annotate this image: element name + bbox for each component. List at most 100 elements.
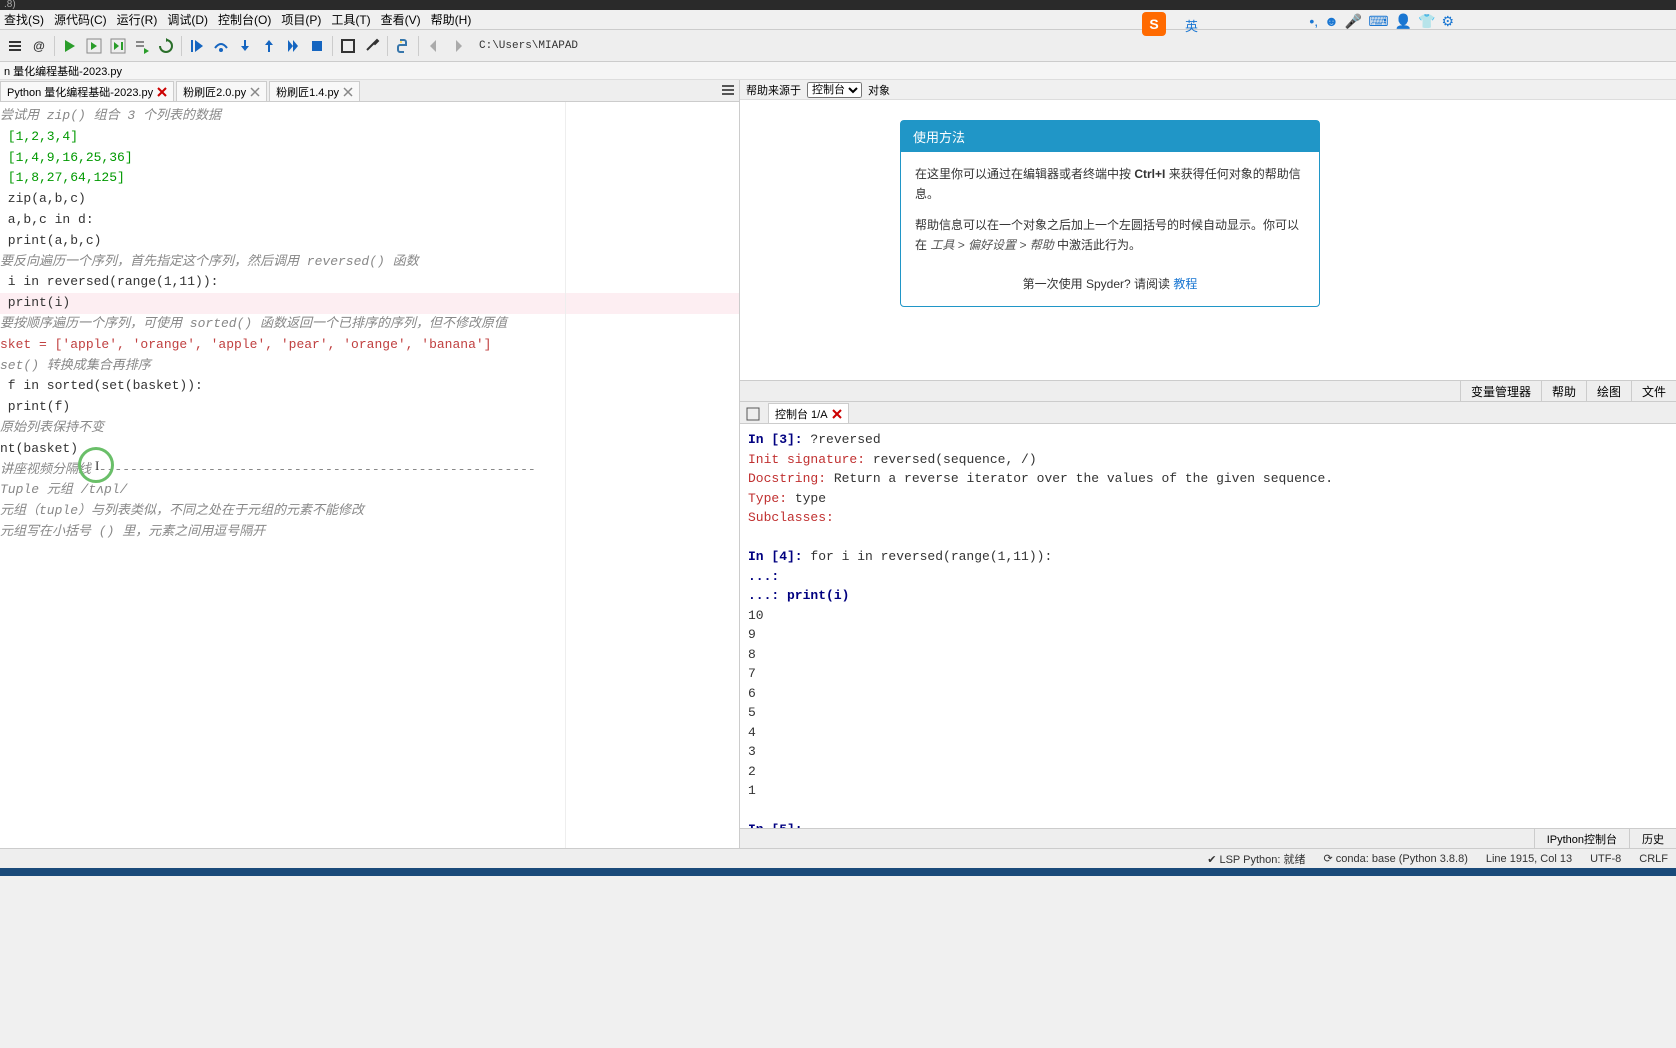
code-comment: 要按顺序遍历一个序列，可使用 sorted() 函数返回一个已排序的序列，但不修…	[0, 316, 507, 331]
editor-tab[interactable]: 粉刷匠1.4.py	[269, 81, 360, 101]
debug-step-into-icon[interactable]	[234, 35, 256, 57]
ipython-console[interactable]: In [3]: ?reversed Init signature: revers…	[740, 424, 1676, 828]
tab-help[interactable]: 帮助	[1541, 381, 1586, 401]
ime-keyboard-icon[interactable]: ⌨	[1368, 13, 1388, 30]
console-label: Init signature:	[748, 452, 865, 467]
back-icon[interactable]	[423, 35, 445, 57]
close-icon[interactable]	[250, 87, 260, 97]
run-cell-icon[interactable]	[83, 35, 105, 57]
console-input: for i in reversed(range(1,11)):	[803, 549, 1053, 564]
console-output: 6	[748, 684, 1668, 704]
tutorial-link[interactable]: 教程	[1173, 277, 1197, 291]
debug-stop-icon[interactable]	[306, 35, 328, 57]
titlebar-fragment: .8)	[0, 0, 1676, 10]
status-lsp[interactable]: ✔ LSP Python: 就绪	[1207, 851, 1305, 867]
menu-view[interactable]: 查看(V)	[381, 11, 421, 28]
breadcrumb: n 量化编程基础-2023.py	[0, 62, 1676, 80]
console-output: 7	[748, 664, 1668, 684]
ime-mic-icon[interactable]: 🎤	[1345, 13, 1362, 30]
maximize-pane-icon[interactable]	[337, 35, 359, 57]
ime-sogou-icon[interactable]: S	[1142, 12, 1166, 36]
code-line: print(a,b,c)	[0, 233, 101, 248]
python-path-icon[interactable]	[392, 35, 414, 57]
editor-tabs: Python 量化编程基础-2023.py 粉刷匠2.0.py 粉刷匠1.4.p…	[0, 80, 739, 102]
status-encoding: UTF-8	[1590, 853, 1621, 865]
close-icon[interactable]	[343, 87, 353, 97]
console-label: Docstring:	[748, 471, 826, 486]
debug-step-icon[interactable]	[186, 35, 208, 57]
editor-tab-active[interactable]: Python 量化编程基础-2023.py	[0, 81, 174, 101]
code-line: f in sorted(set(basket)):	[0, 378, 203, 393]
tab-history[interactable]: 历史	[1629, 829, 1676, 848]
ime-punct-icon[interactable]: •,	[1309, 13, 1318, 30]
status-position: Line 1915, Col 13	[1486, 853, 1572, 865]
code-comment: 元组（tuple）与列表类似，不同之处在于元组的元素不能修改	[0, 503, 364, 518]
console-output: 3	[748, 742, 1668, 762]
code-line: nt(basket)	[0, 441, 78, 456]
rerun-icon[interactable]	[155, 35, 177, 57]
console-input: ?reversed	[803, 432, 881, 447]
debug-step-over-icon[interactable]	[210, 35, 232, 57]
menu-tools[interactable]: 工具(T)	[331, 11, 370, 28]
menu-console[interactable]: 控制台(O)	[218, 11, 271, 28]
console-prompt: In [4]:	[748, 549, 803, 564]
ime-person-icon[interactable]: 👤	[1395, 13, 1412, 30]
console-label: Type:	[748, 491, 787, 506]
console-output: 10	[748, 606, 1668, 626]
code-comment: 原始列表保持不变	[0, 420, 104, 435]
menu-project[interactable]: 项目(P)	[281, 11, 321, 28]
run-file-icon[interactable]	[59, 35, 81, 57]
console-output: 8	[748, 645, 1668, 665]
console-output: 2	[748, 762, 1668, 782]
tab-plots[interactable]: 绘图	[1586, 381, 1631, 401]
console-output: 4	[748, 723, 1668, 743]
menu-find[interactable]: 查找(S)	[4, 11, 44, 28]
help-source-select[interactable]: 控制台	[807, 82, 862, 98]
ime-smile-icon[interactable]: ☻	[1324, 13, 1339, 30]
help-tutorial-line: 第一次使用 Spyder? 请阅读 教程	[915, 274, 1305, 294]
console-output: reversed(sequence, /)	[865, 452, 1037, 467]
console-tab-active[interactable]: 控制台 1/A	[768, 403, 849, 423]
close-icon[interactable]	[157, 87, 167, 97]
ime-gear-icon[interactable]: ⚙	[1441, 13, 1454, 30]
code-line: print(i)	[0, 295, 70, 310]
console-output: Return a reverse iterator over the value…	[826, 471, 1333, 486]
preferences-icon[interactable]	[361, 35, 383, 57]
close-icon[interactable]	[832, 409, 842, 419]
menu-help[interactable]: 帮助(H)	[431, 11, 472, 28]
status-conda[interactable]: ⟳ conda: base (Python 3.8.8)	[1323, 852, 1467, 865]
forward-icon[interactable]	[447, 35, 469, 57]
console-prompt: ...:	[748, 569, 779, 584]
tab-list-icon[interactable]	[721, 83, 735, 100]
working-directory[interactable]: C:\Users\MIAPAD	[479, 40, 578, 52]
help-text: 在这里你可以通过在编辑器或者终端中按 Ctrl+I 来获得任何对象的帮助信息。	[915, 164, 1305, 205]
toolbar-at-icon[interactable]: @	[28, 35, 50, 57]
ime-toolbar[interactable]: •, ☻ 🎤 ⌨ 👤 👕 ⚙	[1309, 13, 1454, 30]
help-text: 帮助信息可以在一个对象之后加上一个左圆括号的时候自动显示。你可以在 工具 > 偏…	[915, 215, 1305, 256]
console-list-icon[interactable]	[744, 405, 762, 423]
ime-language[interactable]: 英	[1185, 16, 1198, 35]
code-comment: 讲座视频分隔线 --------------------------------…	[0, 462, 536, 477]
run-selection-icon[interactable]	[131, 35, 153, 57]
debug-continue-icon[interactable]	[282, 35, 304, 57]
help-header: 帮助来源于 控制台 对象	[740, 80, 1676, 100]
debug-step-out-icon[interactable]	[258, 35, 280, 57]
taskbar[interactable]	[0, 868, 1676, 876]
help-body: 使用方法 在这里你可以通过在编辑器或者终端中按 Ctrl+I 来获得任何对象的帮…	[740, 100, 1676, 380]
status-eol: CRLF	[1639, 853, 1668, 865]
tab-variable-explorer[interactable]: 变量管理器	[1460, 381, 1541, 401]
tab-files[interactable]: 文件	[1631, 381, 1676, 401]
help-object-label: 对象	[868, 82, 890, 98]
editor-tab[interactable]: 粉刷匠2.0.py	[176, 81, 267, 101]
tab-ipython-console[interactable]: IPython控制台	[1534, 829, 1629, 848]
toolbar-outline-icon[interactable]	[4, 35, 26, 57]
code-editor[interactable]: 尝试用 zip() 组合 3 个列表的数据 [1,2,3,4] [1,4,9,1…	[0, 102, 739, 848]
ime-shirt-icon[interactable]: 👕	[1418, 13, 1435, 30]
statusbar: ✔ LSP Python: 就绪 ⟳ conda: base (Python 3…	[0, 848, 1676, 868]
help-source-label: 帮助来源于	[746, 82, 801, 98]
menu-run[interactable]: 运行(R)	[117, 11, 158, 28]
menu-source[interactable]: 源代码(C)	[54, 11, 107, 28]
menu-debug[interactable]: 调试(D)	[167, 11, 208, 28]
run-cell-advance-icon[interactable]	[107, 35, 129, 57]
help-panel-title: 使用方法	[901, 121, 1319, 152]
